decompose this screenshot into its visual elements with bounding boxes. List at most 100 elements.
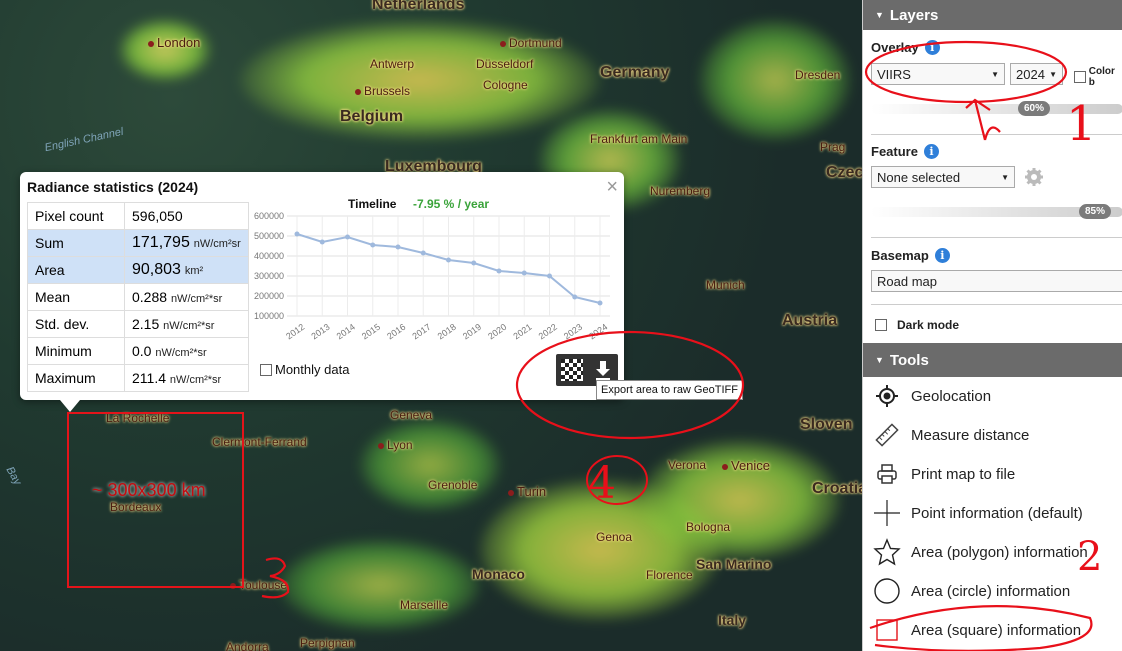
- x-tick-label: 2015: [360, 322, 382, 342]
- city-label: Genoa: [596, 530, 633, 544]
- city-label: Andorra: [226, 640, 269, 651]
- overlay-opacity-slider[interactable]: [871, 104, 1122, 114]
- city-label: Bologna: [686, 520, 731, 534]
- stats-value-cell: 0.288 nW/cm²*sr: [124, 283, 249, 311]
- feature-opacity-handle[interactable]: 85%: [1079, 204, 1112, 219]
- city-label: Geneva: [390, 408, 433, 422]
- x-tick-label: 2019: [461, 322, 483, 342]
- city-label: Marseille: [400, 598, 449, 612]
- plus-icon: [874, 500, 900, 526]
- x-tick-label: 2013: [309, 322, 331, 342]
- tools-title: Tools: [889, 351, 929, 369]
- country-label: Austria: [782, 312, 838, 329]
- tool-label: Print map to file: [911, 465, 1016, 483]
- data-point: [319, 239, 325, 245]
- x-tick-label: 2022: [537, 322, 559, 342]
- city-label: Cologne: [483, 78, 528, 92]
- year-select[interactable]: 2024 ▼: [1010, 63, 1063, 85]
- stats-label: Pixel count: [27, 202, 125, 230]
- info-icon[interactable]: i: [924, 40, 940, 55]
- tool-label: Area (square) information: [911, 621, 1082, 639]
- divider: [871, 134, 1122, 135]
- info-icon[interactable]: i: [923, 144, 939, 159]
- ruler-icon: [875, 423, 899, 447]
- country-label: Netherlands: [372, 0, 465, 13]
- dark-mode-option[interactable]: Dark mode: [875, 318, 959, 332]
- country-label: Croatia: [812, 480, 862, 497]
- year-value: 2024: [1016, 66, 1045, 82]
- tool-measure-distance[interactable]: Measure distance: [863, 416, 1122, 454]
- basemap-label-row: Basemap i: [871, 248, 950, 263]
- stats-value: 0.288: [132, 289, 168, 305]
- data-point: [370, 242, 376, 248]
- tool-label: Area (polygon) information: [911, 543, 1088, 561]
- timeline-label: Timeline: [348, 197, 397, 211]
- stats-row: Sum 171,795 nW/cm²sr: [27, 229, 249, 257]
- stats-label: Maximum: [27, 364, 125, 392]
- gear-icon[interactable]: [1024, 167, 1044, 187]
- stats-value-cell: 211.4 nW/cm²*sr: [124, 364, 249, 392]
- data-point: [547, 273, 552, 279]
- tool-area-circle[interactable]: Area (circle) information: [863, 572, 1122, 610]
- stats-value: 171,795: [132, 234, 190, 251]
- country-label: Germany: [600, 64, 670, 81]
- city-label: Monaco: [472, 566, 525, 582]
- stats-label: Sum: [27, 229, 125, 257]
- country-label: Czec: [826, 164, 862, 181]
- stats-unit: nW/cm²*sr: [163, 320, 215, 332]
- x-tick-label: 2014: [335, 322, 357, 342]
- data-point: [395, 244, 401, 250]
- x-tick-label: 2017: [410, 322, 432, 342]
- x-tick-label: 2023: [562, 322, 584, 342]
- x-tick-label: 2016: [385, 322, 407, 342]
- data-point: [496, 268, 502, 274]
- monthly-data-checkbox[interactable]: [260, 363, 272, 376]
- layers-header[interactable]: ▼ Layers: [863, 0, 1122, 30]
- info-icon[interactable]: i: [934, 248, 950, 263]
- city-label: Dortmund: [500, 36, 562, 50]
- feature-value: None selected: [877, 169, 961, 185]
- tool-print-map[interactable]: Print map to file: [863, 455, 1122, 493]
- data-point: [471, 260, 477, 266]
- city-label: Verona: [668, 458, 707, 472]
- city-label: Antwerp: [370, 57, 415, 71]
- city-label: Florence: [646, 568, 693, 582]
- layers-title: Layers: [889, 6, 939, 24]
- dark-mode-label: Dark mode: [897, 318, 960, 332]
- y-tick-label: 100000: [254, 311, 284, 321]
- city-label: Turin: [508, 484, 546, 499]
- overlay-select[interactable]: VIIRS ▼: [871, 63, 1005, 85]
- color-checkbox[interactable]: [1074, 71, 1086, 83]
- overlay-value: VIIRS: [877, 66, 911, 82]
- monthly-data-option[interactable]: Monthly data: [260, 362, 349, 377]
- sea-label: Bay: [3, 464, 24, 488]
- overlay-label: Overlay: [871, 40, 919, 55]
- tools-header[interactable]: ▼ Tools: [863, 343, 1122, 377]
- stats-row: Pixel count 596,050: [27, 202, 249, 230]
- stats-row: Area 90,803 km²: [27, 256, 249, 284]
- crosshair-icon: [876, 385, 898, 407]
- city-label: Nuremberg: [650, 184, 711, 198]
- collapse-triangle-icon: ▼: [875, 10, 884, 20]
- stats-label: Area: [27, 256, 125, 284]
- basemap-select[interactable]: Road map: [871, 270, 1122, 292]
- tool-area-polygon[interactable]: Area (polygon) information: [863, 533, 1122, 571]
- dark-mode-checkbox[interactable]: [875, 319, 887, 331]
- y-tick-label: 300000: [254, 271, 284, 281]
- tool-geolocation[interactable]: Geolocation: [863, 377, 1122, 415]
- tool-label: Measure distance: [911, 426, 1030, 444]
- stats-label: Minimum: [27, 337, 125, 365]
- stats-value-cell: 2.15 nW/cm²*sr: [124, 310, 249, 338]
- feature-select[interactable]: None selected ▼: [871, 166, 1015, 188]
- checkerboard-icon[interactable]: [561, 359, 583, 381]
- data-point: [420, 250, 426, 256]
- stats-row: Std. dev. 2.15 nW/cm²*sr: [27, 310, 249, 338]
- tool-area-square[interactable]: Area (square) information: [863, 611, 1122, 649]
- download-icon[interactable]: [593, 359, 613, 381]
- overlay-opacity-handle[interactable]: 60%: [1018, 101, 1051, 116]
- tool-point-information[interactable]: Point information (default): [863, 494, 1122, 532]
- y-tick-label: 600000: [254, 211, 284, 221]
- stats-value: 0.0: [132, 343, 152, 359]
- stats-row: Maximum 211.4 nW/cm²*sr: [27, 364, 249, 392]
- color-option[interactable]: Color b: [1074, 66, 1122, 88]
